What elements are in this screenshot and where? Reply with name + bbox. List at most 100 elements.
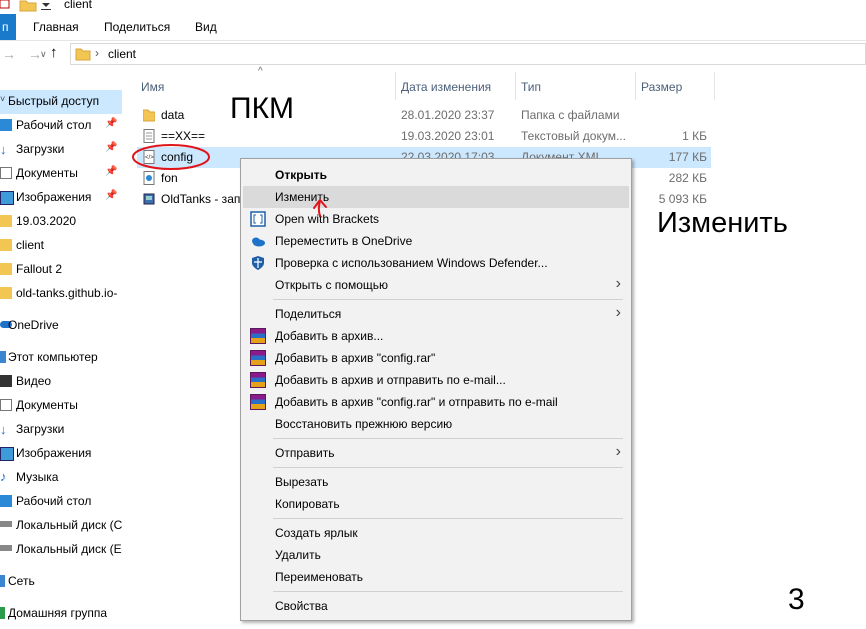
nav-item-pc-pictures[interactable]: Изображения <box>0 442 122 466</box>
nav-item-label: Документы <box>16 166 78 180</box>
pin-icon: 📌 <box>105 166 118 177</box>
menu-item-label: Переместить в OneDrive <box>275 234 413 248</box>
menu-item-add-to-config-rar[interactable]: Добавить в архив "config.rar" <box>243 347 629 369</box>
tab-home[interactable]: Главная <box>33 20 79 34</box>
file-name: OldTanks - зап <box>161 192 241 206</box>
file-tab[interactable]: п <box>0 14 16 40</box>
nav-item-music[interactable]: ♪ Музыка <box>0 466 122 490</box>
folder-icon <box>0 215 12 227</box>
quick-access-toolbar[interactable] <box>0 0 60 14</box>
nav-item-label: Изображения <box>16 446 92 460</box>
pin-icon: 📌 <box>105 118 118 129</box>
nav-item-documents[interactable]: Документы 📌 <box>0 162 122 186</box>
file-row-xx[interactable]: ==XX== 19.03.2020 23:01 Текстовый докум.… <box>137 126 711 147</box>
nav-item-label: Документы <box>16 398 78 412</box>
menu-item-label: Проверка с использованием Windows Defend… <box>275 256 548 270</box>
menu-item-defender-scan[interactable]: Проверка с использованием Windows Defend… <box>243 252 629 274</box>
column-divider[interactable] <box>714 72 715 100</box>
nav-item-homegroup[interactable]: Домашняя группа <box>0 602 122 626</box>
menu-item-open-with[interactable]: Открыть с помощью › <box>243 274 629 296</box>
tab-view[interactable]: Вид <box>195 20 217 34</box>
folder-icon <box>0 287 12 299</box>
image-file-icon <box>143 171 155 185</box>
menu-item-label: Вырезать <box>275 475 329 489</box>
up-arrow-icon[interactable]: ↑ <box>50 44 58 61</box>
nav-item-pictures[interactable]: Изображения 📌 <box>0 186 122 210</box>
nav-item-pc-downloads[interactable]: ↓ Загрузки <box>0 418 122 442</box>
file-row-data[interactable]: data 28.01.2020 23:37 Папка с файлами <box>137 105 711 126</box>
menu-item-config-rar-and-email[interactable]: Добавить в архив "config.rar" и отправит… <box>243 391 629 413</box>
file-name: fon <box>161 171 178 185</box>
nav-item-label: Рабочий стол <box>16 118 92 132</box>
menu-item-share[interactable]: Поделиться › <box>243 303 629 325</box>
chevron-right-icon[interactable]: › <box>95 46 99 60</box>
nav-item-label: OneDrive <box>8 318 59 332</box>
menu-item-delete[interactable]: Удалить <box>243 544 629 566</box>
nav-item-pc-desktop[interactable]: Рабочий стол <box>0 490 122 514</box>
brackets-icon <box>250 211 266 227</box>
onedrive-icon <box>252 237 265 247</box>
documents-icon <box>0 167 12 179</box>
menu-item-cut[interactable]: Вырезать <box>243 471 629 493</box>
winrar-icon <box>250 328 266 344</box>
nav-item-label: Домашняя группа <box>8 606 108 620</box>
recent-dropdown-icon[interactable]: ∨ <box>40 49 47 60</box>
chevron-down-icon[interactable]: ˅ <box>0 94 5 104</box>
menu-separator <box>273 467 623 468</box>
menu-item-copy[interactable]: Копировать <box>243 493 629 515</box>
nav-item-fallout2[interactable]: Fallout 2 <box>0 258 122 282</box>
nav-item-drive-c[interactable]: Локальный диск (С <box>0 514 122 538</box>
tab-share[interactable]: Поделиться <box>104 20 170 34</box>
column-divider[interactable] <box>395 72 396 100</box>
nav-item-client[interactable]: client <box>0 234 122 258</box>
menu-item-create-shortcut[interactable]: Создать ярлык <box>243 522 629 544</box>
menu-item-send-to[interactable]: Отправить › <box>243 442 629 464</box>
menu-item-restore-previous[interactable]: Восстановить прежнюю версию <box>243 413 629 435</box>
menu-item-add-to-archive[interactable]: Добавить в архив... <box>243 325 629 347</box>
sort-ascending-icon: ^ <box>258 66 263 77</box>
nav-item-desktop[interactable]: Рабочий стол 📌 <box>0 114 122 138</box>
nav-item-network[interactable]: Сеть <box>0 570 122 594</box>
file-size: 282 КБ <box>668 171 707 185</box>
nav-item-old-tanks[interactable]: old-tanks.github.io- <box>0 282 122 306</box>
menu-item-label: Открыть с помощью <box>275 278 389 292</box>
annotation-circle <box>132 144 210 170</box>
menu-item-move-to-onedrive[interactable]: Переместить в OneDrive <box>243 230 629 252</box>
documents-icon <box>0 399 12 411</box>
video-icon <box>0 375 12 387</box>
file-size: 5 093 КБ <box>658 192 707 206</box>
menu-item-label: Свойства <box>275 599 328 613</box>
nav-item-this-pc[interactable]: Этот компьютер <box>0 346 122 370</box>
file-date: 19.03.2020 23:01 <box>401 129 495 143</box>
menu-item-label: Поделиться <box>275 307 342 321</box>
winrar-icon <box>250 394 266 410</box>
nav-item-label: client <box>16 238 45 252</box>
menu-item-open[interactable]: Открыть <box>243 164 629 186</box>
menu-item-label: Добавить в архив "config.rar" и отправит… <box>275 395 558 409</box>
nav-item-downloads[interactable]: ↓ Загрузки 📌 <box>0 138 122 162</box>
menu-item-label: Добавить в архив и отправить по e-mail..… <box>275 373 506 387</box>
winrar-icon <box>250 350 266 366</box>
menu-item-rename[interactable]: Переименовать <box>243 566 629 588</box>
menu-item-properties[interactable]: Свойства <box>243 595 629 617</box>
nav-item-quick-access[interactable]: ˅ Быстрый доступ <box>0 90 122 114</box>
menu-item-edit[interactable]: Изменить <box>243 186 629 208</box>
pictures-icon <box>0 447 14 461</box>
music-icon: ♪ <box>0 469 7 484</box>
menu-item-archive-and-email[interactable]: Добавить в архив и отправить по e-mail..… <box>243 369 629 391</box>
drive-icon <box>0 545 12 551</box>
nav-item-video[interactable]: Видео <box>0 370 122 394</box>
menu-item-label: Восстановить прежнюю версию <box>275 417 453 431</box>
back-arrow-icon[interactable]: → <box>2 46 16 62</box>
nav-item-label: Загрузки <box>16 422 65 436</box>
nav-item-onedrive[interactable]: OneDrive <box>0 314 122 338</box>
nav-item-folder-19-03[interactable]: 19.03.2020 <box>0 210 122 234</box>
file-size: 1 КБ <box>682 129 707 143</box>
network-icon <box>0 575 5 587</box>
column-divider[interactable] <box>515 72 516 100</box>
menu-item-open-with-brackets[interactable]: Open with Brackets <box>243 208 629 230</box>
nav-item-drive-e[interactable]: Локальный диск (E <box>0 538 122 562</box>
column-divider[interactable] <box>635 72 636 100</box>
address-bar[interactable]: › client <box>70 43 866 65</box>
nav-item-pc-documents[interactable]: Документы <box>0 394 122 418</box>
